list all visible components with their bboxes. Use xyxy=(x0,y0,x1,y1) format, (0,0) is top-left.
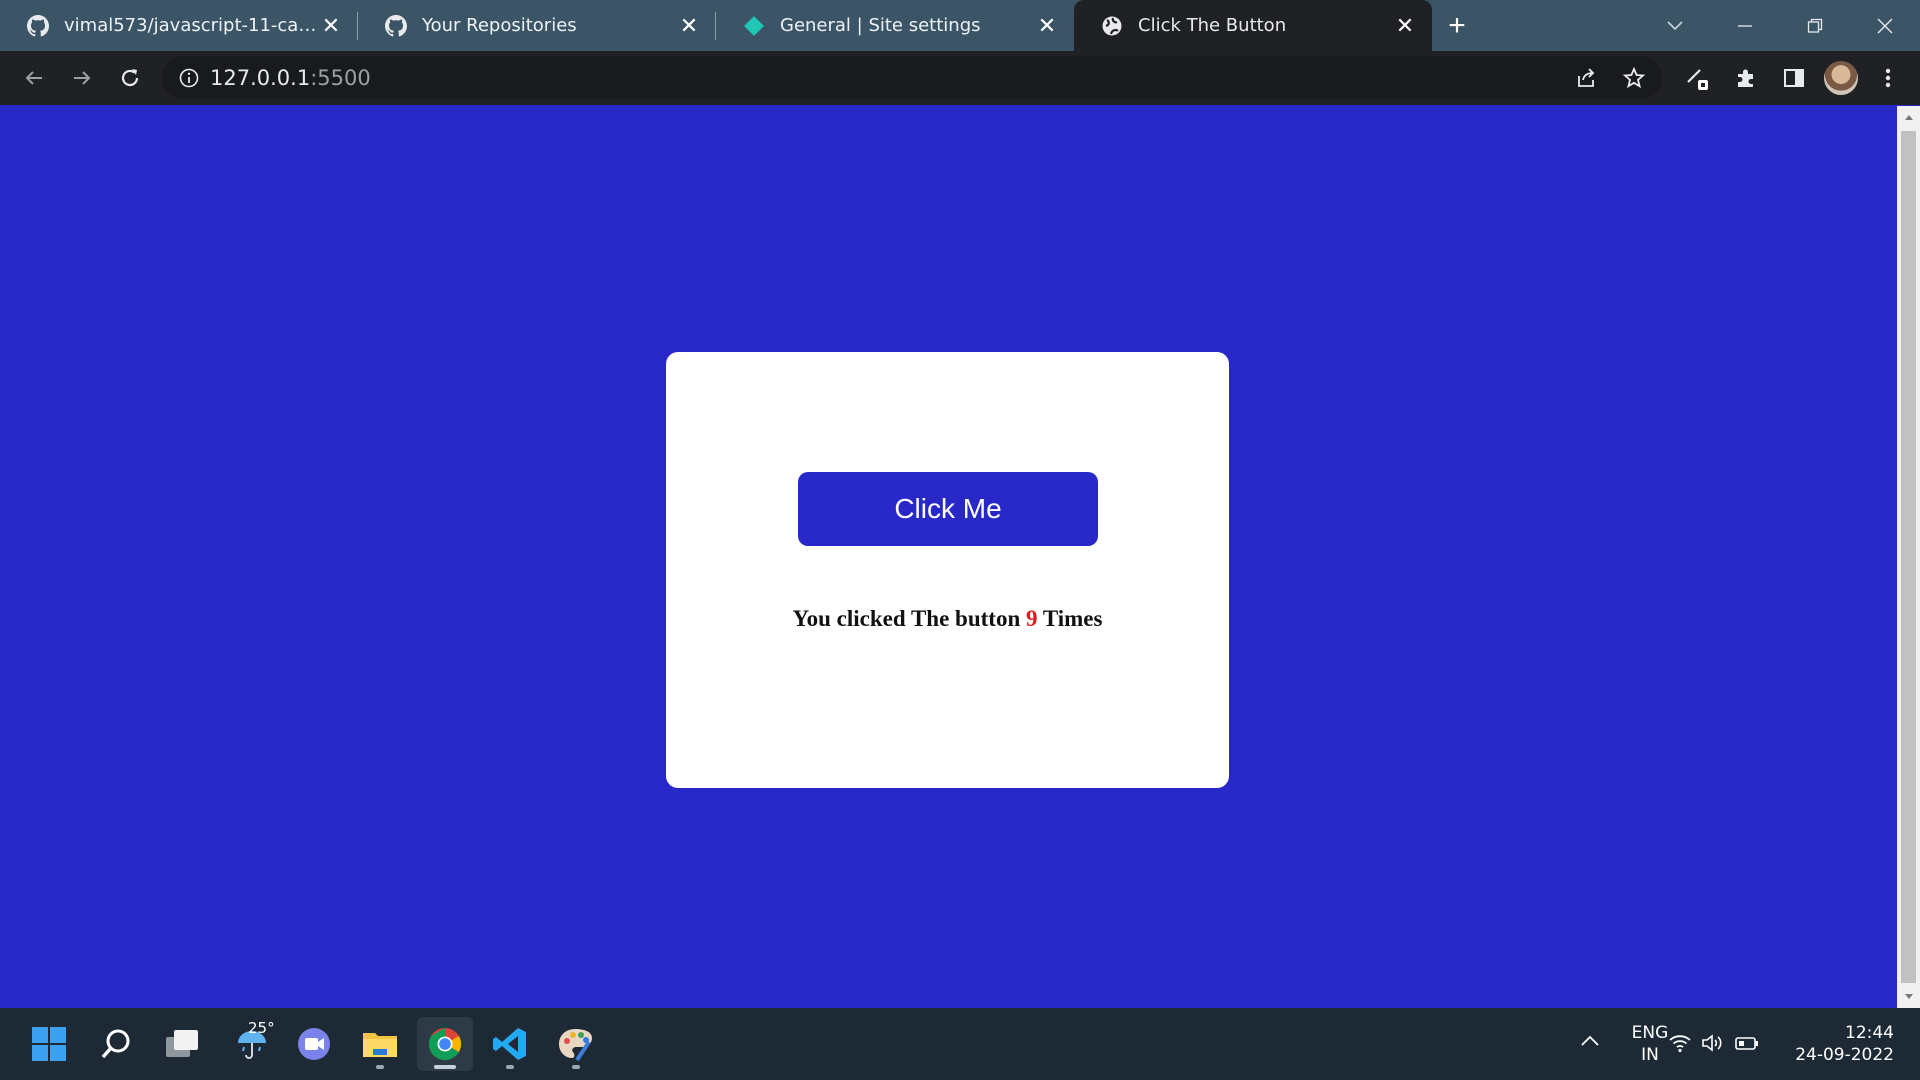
counter-card: Click Me You clicked The button 9 Times xyxy=(666,352,1229,788)
running-indicator xyxy=(572,1065,580,1069)
diamond-icon xyxy=(742,14,766,38)
status-icons[interactable] xyxy=(1668,1032,1760,1054)
window-controls xyxy=(1640,0,1920,51)
github-icon xyxy=(26,14,50,38)
click-count-message: You clicked The button 9 Times xyxy=(666,606,1229,632)
file-explorer-icon[interactable] xyxy=(352,1017,408,1071)
tab-click-the-button[interactable]: Click The Button ✕ xyxy=(1074,0,1432,51)
task-view-icon[interactable] xyxy=(154,1017,210,1071)
paint-palette-icon[interactable] xyxy=(548,1017,604,1071)
page-viewport: Click Me You clicked The button 9 Times xyxy=(0,106,1897,1008)
tab-repositories[interactable]: Your Repositories ✕ xyxy=(358,0,716,51)
browser-toolbar: 127.0.0.1:5500 xyxy=(0,51,1920,105)
pen-extension-icon[interactable] xyxy=(1674,54,1722,102)
new-tab-button[interactable]: + xyxy=(1432,0,1482,51)
side-panel-icon[interactable] xyxy=(1770,54,1818,102)
chrome-icon[interactable] xyxy=(417,1017,473,1071)
github-icon xyxy=(384,14,408,38)
scroll-up-icon[interactable] xyxy=(1897,106,1920,128)
info-icon[interactable] xyxy=(178,67,200,89)
windows-taskbar: 25° ENG IN 12:44 24-09-2022 xyxy=(0,1008,1920,1080)
reload-icon[interactable] xyxy=(106,54,154,102)
search-icon[interactable] xyxy=(88,1017,144,1071)
url-host: 127.0.0.1 xyxy=(210,65,311,90)
tab-title: Your Repositories xyxy=(422,15,577,36)
minimize-icon[interactable] xyxy=(1710,0,1780,51)
bookmark-star-icon[interactable] xyxy=(1610,54,1658,102)
tab-title: General | Site settings xyxy=(780,15,981,36)
tab-title: Click The Button xyxy=(1138,15,1287,36)
profile-avatar[interactable] xyxy=(1824,61,1858,95)
close-icon[interactable]: ✕ xyxy=(1034,13,1060,39)
click-count: 9 xyxy=(1026,606,1038,631)
clock-time: 12:44 xyxy=(1845,1023,1894,1043)
click-me-button[interactable]: Click Me xyxy=(798,472,1098,546)
running-indicator xyxy=(506,1065,514,1069)
running-indicator xyxy=(434,1065,456,1069)
close-icon[interactable]: ✕ xyxy=(1392,13,1418,39)
forward-icon[interactable] xyxy=(58,54,106,102)
url-port: :5500 xyxy=(310,65,371,90)
weather-temp: 25° xyxy=(248,1019,275,1037)
result-suffix: Times xyxy=(1037,606,1103,631)
clock-date: 24-09-2022 xyxy=(1795,1045,1894,1065)
share-icon[interactable] xyxy=(1562,54,1610,102)
result-prefix: You clicked The button xyxy=(792,606,1026,631)
menu-kebab-icon[interactable] xyxy=(1864,54,1912,102)
clock[interactable]: 12:44 24-09-2022 xyxy=(1784,1022,1894,1066)
restore-icon[interactable] xyxy=(1780,0,1850,51)
tab-calculator[interactable]: vimal573/javascript-11-calculator ✕ xyxy=(0,0,358,51)
tab-site-settings[interactable]: General | Site settings ✕ xyxy=(716,0,1074,51)
close-icon[interactable]: ✕ xyxy=(318,13,344,39)
scroll-down-icon[interactable] xyxy=(1897,986,1920,1008)
tab-title: vimal573/javascript-11-calculator xyxy=(64,15,318,36)
tab-search-icon[interactable] xyxy=(1640,0,1710,51)
back-icon[interactable] xyxy=(10,54,58,102)
extensions-puzzle-icon[interactable] xyxy=(1722,54,1770,102)
show-hidden-icons-chevron-icon[interactable] xyxy=(1580,1032,1600,1051)
running-indicator xyxy=(376,1065,384,1069)
url-text: 127.0.0.1:5500 xyxy=(210,66,371,90)
close-window-icon[interactable] xyxy=(1850,0,1920,51)
wifi-icon xyxy=(1669,1035,1691,1053)
close-icon[interactable]: ✕ xyxy=(676,13,702,39)
globe-icon xyxy=(1100,14,1124,38)
volume-icon xyxy=(1702,1034,1722,1052)
weather-widget[interactable]: 25° xyxy=(222,1017,282,1071)
toolbar-right xyxy=(1674,51,1912,105)
vertical-scrollbar[interactable] xyxy=(1897,106,1920,1008)
tab-strip: vimal573/javascript-11-calculator ✕ Your… xyxy=(0,0,1920,51)
start-windows-icon[interactable] xyxy=(21,1017,77,1071)
meet-chat-icon[interactable] xyxy=(286,1017,342,1071)
scrollbar-thumb[interactable] xyxy=(1901,131,1916,983)
battery-icon xyxy=(1735,1037,1758,1050)
address-bar[interactable]: 127.0.0.1:5500 xyxy=(162,56,1662,99)
vscode-icon[interactable] xyxy=(482,1017,538,1071)
